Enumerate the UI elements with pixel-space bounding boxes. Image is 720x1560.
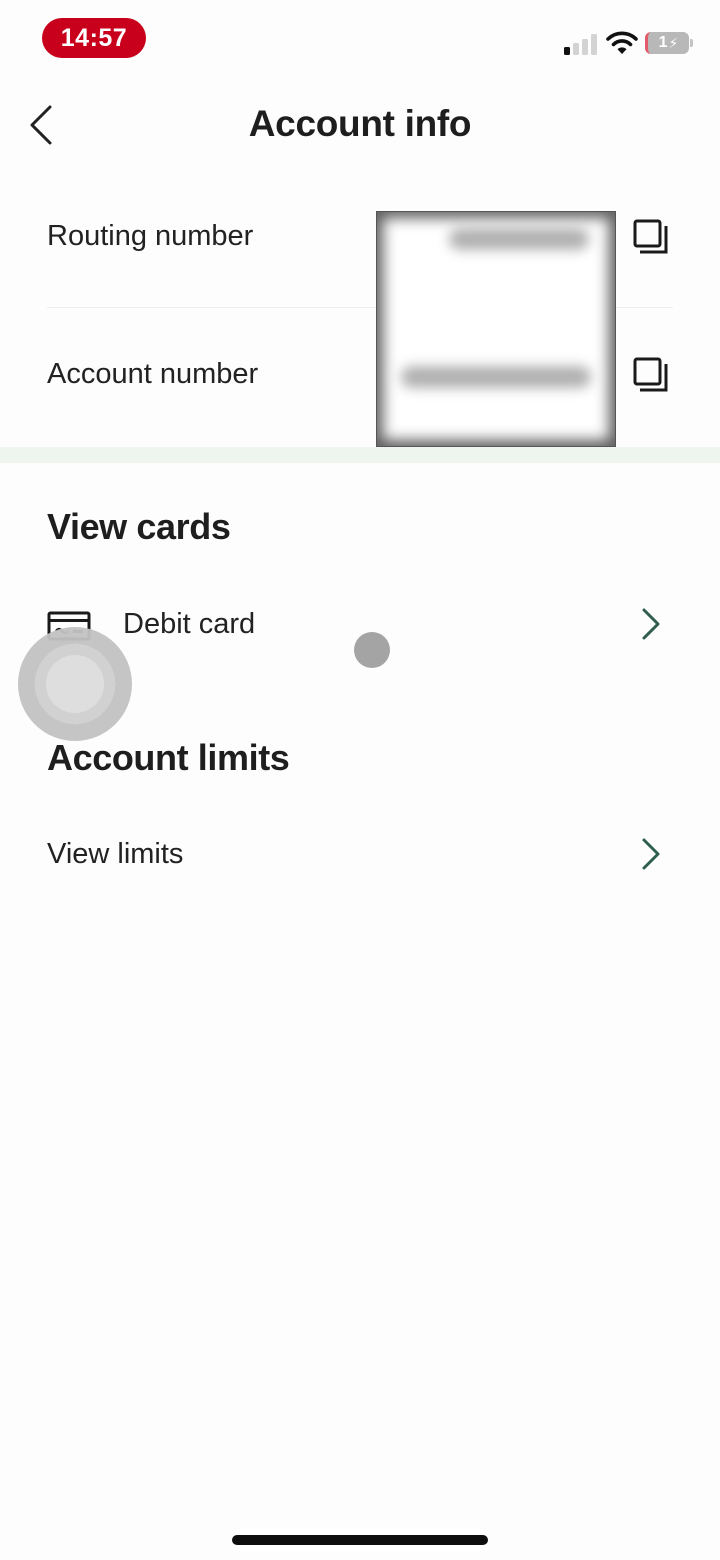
section-separator [0,447,720,463]
home-indicator[interactable] [232,1535,488,1545]
account-limits-heading: Account limits [47,737,290,778]
copy-icon [633,357,668,392]
account-number-label: Account number [47,358,259,390]
view-limits-row[interactable]: View limits [0,818,720,890]
status-bar: 14:57 1 ⚡︎ [0,0,720,80]
copy-icon [633,219,668,254]
routing-number-label: Routing number [47,220,254,252]
cellular-signal-icon [564,33,598,55]
redacted-values-overlay [376,211,616,447]
nav-header: Account info [0,85,720,165]
page-title: Account info [248,103,472,144]
touch-indicator-small [354,632,390,668]
charging-bolt-icon: ⚡︎ [668,34,679,51]
battery-level: 1 [658,34,668,51]
copy-account-number-button[interactable] [630,354,672,396]
chevron-right-icon [642,608,660,640]
wifi-icon [606,31,638,54]
battery-icon: 1 ⚡︎ [645,32,693,54]
chevron-right-icon [642,838,660,870]
account-number-value-redacted [401,366,591,388]
touch-indicator-large [18,627,132,741]
routing-number-value-redacted [449,228,589,250]
debit-card-label: Debit card [123,608,256,640]
view-limits-label: View limits [47,838,184,870]
view-cards-heading: View cards [47,506,231,547]
status-time: 14:57 [42,18,146,58]
account-info-screen: 14:57 1 ⚡︎ Account info Routing number A… [0,0,720,1560]
copy-routing-number-button[interactable] [630,216,672,258]
